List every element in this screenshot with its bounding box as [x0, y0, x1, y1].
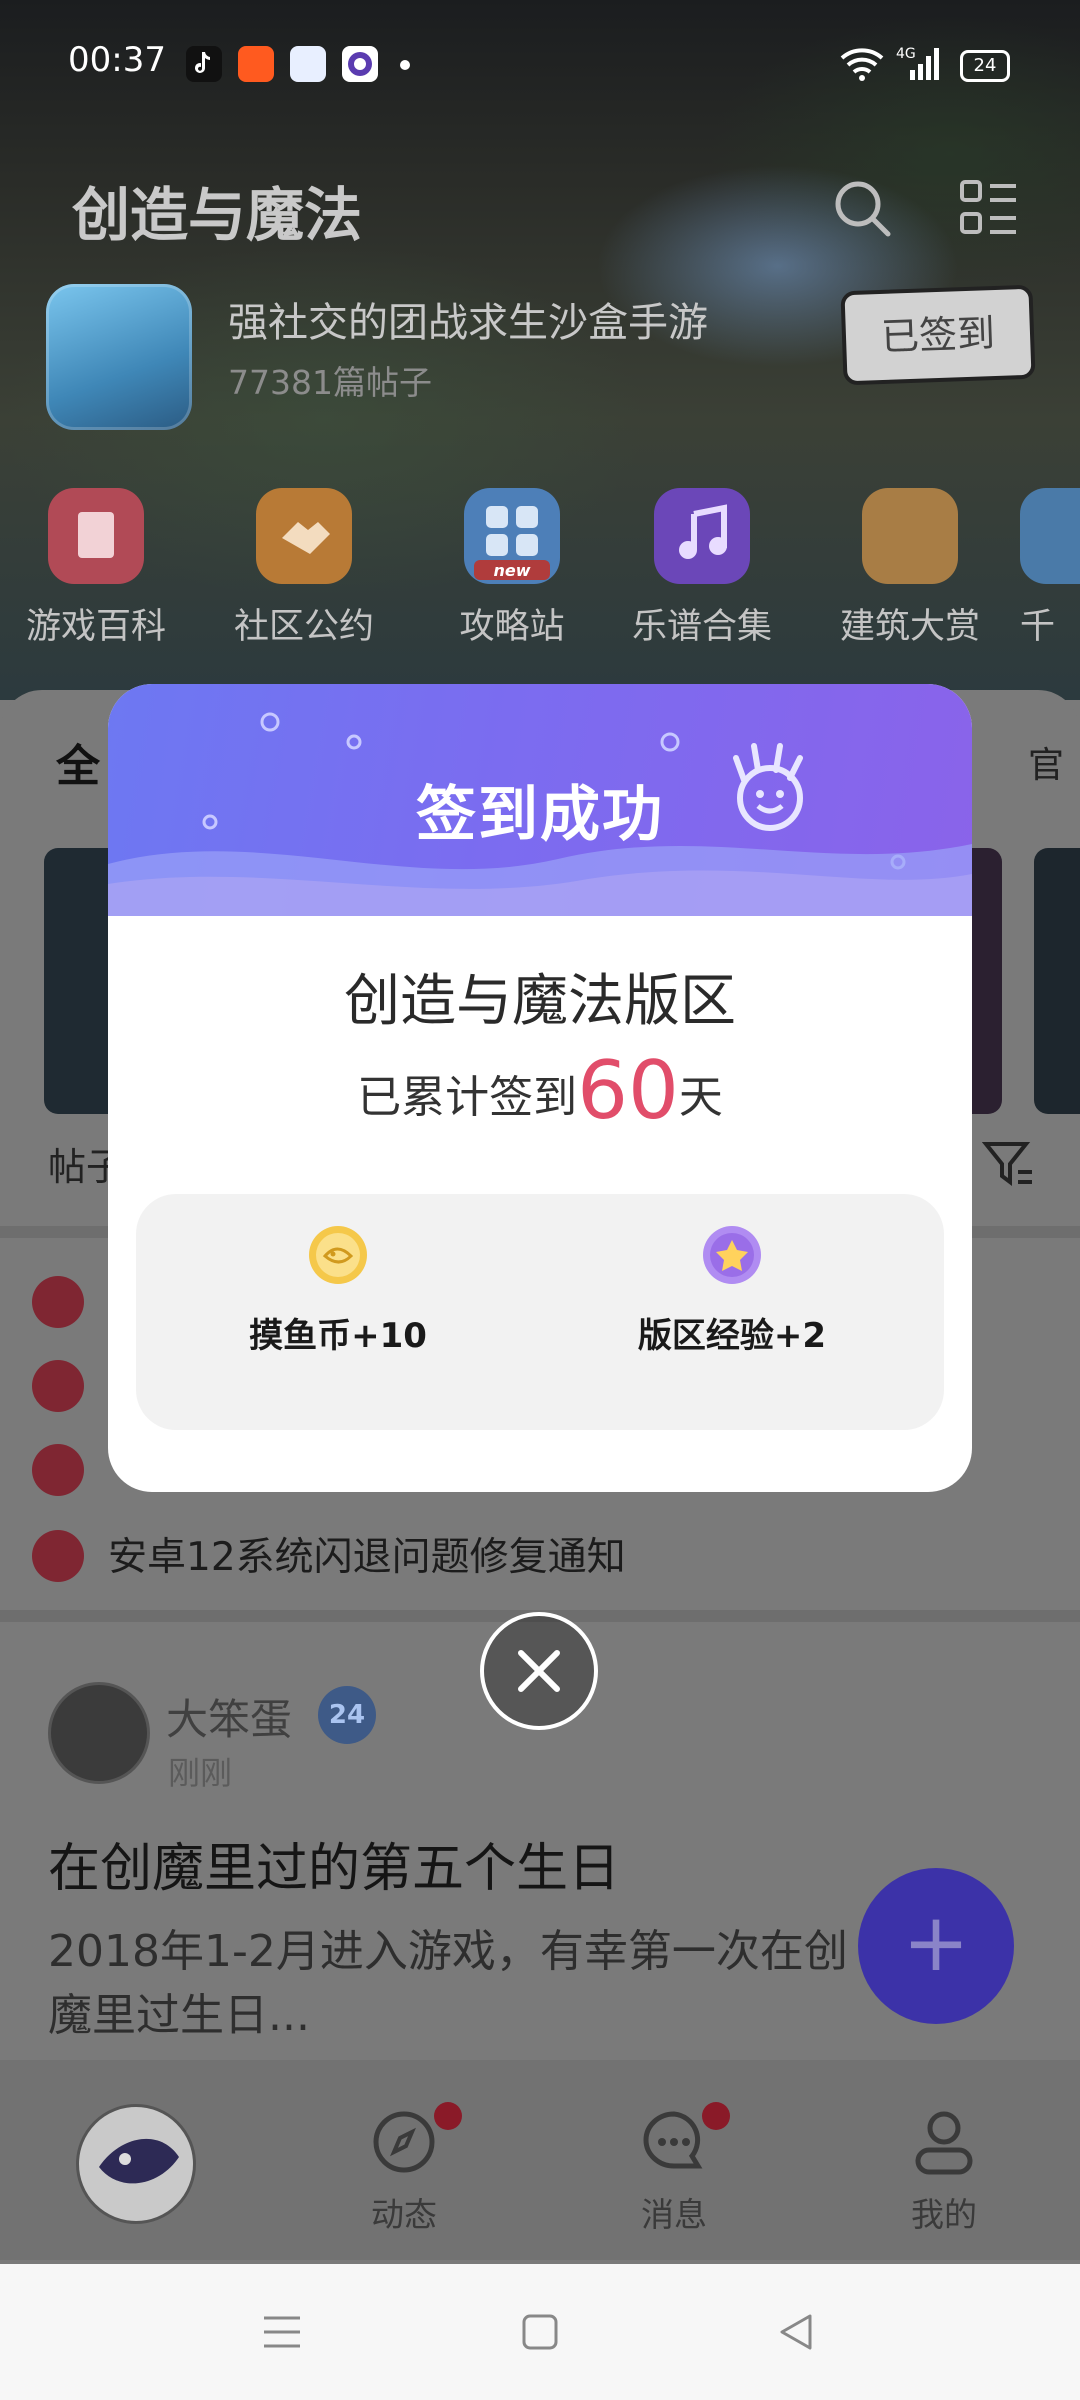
home-icon[interactable]: [522, 2314, 558, 2354]
status-time: 00:37: [68, 40, 166, 80]
shortcut-music-scores[interactable]: 乐谱合集: [612, 488, 792, 649]
author-name[interactable]: 大笨蛋: [166, 1686, 292, 1747]
music-note-icon: [654, 488, 750, 584]
feed-card-far-right[interactable]: [1034, 848, 1080, 1114]
tab-official-partial[interactable]: 官: [1028, 736, 1064, 788]
menu-grid-icon[interactable]: [958, 176, 1022, 244]
shortcut-partial[interactable]: 千: [1020, 488, 1080, 649]
notice-icon: [32, 1276, 84, 1328]
compass-icon: [373, 2111, 435, 2173]
notice-icon: [32, 1530, 84, 1582]
tab-label: 动态: [371, 2195, 437, 2234]
signed-in-button[interactable]: 已签到: [840, 284, 1036, 386]
baidu-icon: [290, 46, 326, 82]
unread-dot: [702, 2102, 730, 2130]
wifi-icon: [840, 46, 884, 86]
forum-subtitle: 强社交的团战求生沙盒手游: [228, 300, 708, 346]
new-tag: new: [493, 561, 530, 580]
app-notification-icon: [238, 46, 274, 82]
shortcut-label: 千: [1020, 607, 1056, 647]
shortcut-community-rules[interactable]: 社区公约: [214, 488, 394, 649]
game-logo[interactable]: [46, 284, 192, 430]
home-tab-avatar[interactable]: [76, 2104, 196, 2224]
handshake-icon: [256, 488, 352, 584]
reward-item-coin: 摸鱼币+10: [178, 1224, 498, 1357]
close-dialog-button[interactable]: [480, 1612, 598, 1730]
days-count: 60: [577, 1044, 679, 1137]
level-badge: 24: [318, 1686, 376, 1744]
tab-label: 我的: [911, 2195, 977, 2234]
reward-label: 版区经验+2: [637, 1316, 827, 1356]
author-avatar[interactable]: [48, 1682, 150, 1784]
days-suffix: 天: [678, 1072, 723, 1123]
feed-card-right[interactable]: [972, 848, 1002, 1114]
more-notifications-dot: [400, 60, 410, 70]
tab-feed[interactable]: 动态: [324, 2102, 484, 2236]
coin-icon: [307, 1224, 369, 1286]
battery-indicator: 24: [960, 50, 1010, 82]
post-time: 刚刚: [168, 1754, 233, 1792]
notice-icon: [32, 1444, 84, 1496]
close-icon: [518, 1650, 560, 1692]
shortcut-label: 游戏百科: [25, 607, 166, 647]
chat-bubble-icon: [643, 2111, 703, 2169]
check-in-days: 已累计签到60天: [108, 1044, 972, 1137]
dialog-title: 签到成功: [416, 780, 664, 850]
notice-icon: [32, 1360, 84, 1412]
post-count: 77381篇帖子: [228, 363, 432, 402]
character-thumbnail: [862, 488, 958, 584]
status-bar: 00:37 4G 24: [0, 0, 1080, 96]
create-post-button[interactable]: +: [858, 1868, 1014, 2024]
rewards-panel: 摸鱼币+10 版区经验+2: [136, 1194, 944, 1430]
tab-label: 消息: [641, 2195, 707, 2234]
shortcut-guide-station[interactable]: new 攻略站: [422, 488, 602, 649]
shortcut-game-wiki[interactable]: 游戏百科: [6, 488, 186, 649]
shortcut-label: 建筑大赏: [839, 607, 980, 647]
filter-icon[interactable]: [981, 1140, 1034, 1192]
dialog-header: 签到成功: [108, 684, 972, 916]
svg-text:4G: 4G: [896, 46, 916, 62]
unread-dot: [434, 2102, 462, 2130]
tab-messages[interactable]: 消息: [594, 2102, 754, 2236]
zone-name: 创造与魔法版区: [344, 969, 736, 1034]
tab-all-partial[interactable]: 全: [56, 730, 100, 794]
recent-apps-icon[interactable]: [262, 2314, 302, 2354]
back-icon[interactable]: [776, 2312, 816, 2356]
tab-profile[interactable]: 我的: [864, 2106, 1024, 2236]
post-body[interactable]: 2018年1-2月进入游戏，有幸第一次在创魔里过生日...: [48, 1920, 868, 2048]
shortcut-label: 社区公约: [233, 607, 374, 647]
system-navigation-bar: [0, 2264, 1080, 2400]
app-notification-icon-2: [342, 46, 378, 82]
shortcut-label: 乐谱合集: [631, 607, 772, 647]
person-icon: [915, 2111, 973, 2175]
days-prefix: 已累计签到: [357, 1072, 578, 1123]
reward-item-experience: 版区经验+2: [572, 1224, 892, 1357]
shortcut-label: 攻略站: [459, 607, 565, 647]
medal-icon: [701, 1224, 763, 1286]
notice-text[interactable]: 安卓12系统闪退问题修复通知: [108, 1526, 626, 1582]
forum-title: 创造与魔法: [72, 181, 363, 249]
grid-apps-icon: new: [464, 488, 560, 584]
check-in-success-dialog: 签到成功 创造与魔法版区 已累计签到60天 摸鱼币+10 版区经验+2: [108, 684, 972, 1492]
tiktok-icon: [186, 46, 222, 82]
cellular-signal-icon: 4G: [896, 44, 946, 86]
post-title[interactable]: 在创魔里过的第五个生日: [48, 1826, 620, 1901]
search-icon[interactable]: [830, 176, 894, 244]
waving-hand-icon: [720, 740, 820, 844]
partial-shortcut-icon: [1020, 488, 1080, 584]
reward-label: 摸鱼币+10: [249, 1316, 427, 1356]
book-icon: [48, 488, 144, 584]
shortcut-building-showcase[interactable]: 建筑大赏: [820, 488, 1000, 649]
